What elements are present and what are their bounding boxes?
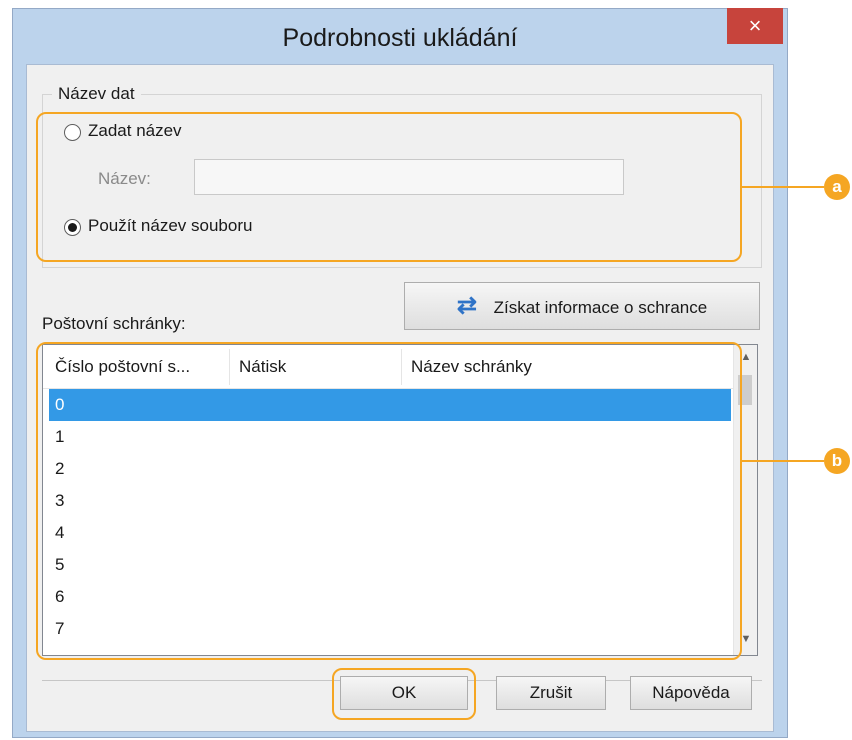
refresh-icon: ⇄ [456,292,477,319]
mailbox-list-label: Poštovní schránky: [42,314,186,333]
ok-button-highlight [332,668,476,720]
help-button[interactable]: Nápověda [630,676,752,710]
callout-b-line [742,460,824,462]
dialog-title: Podrobnosti ukládání [282,24,518,52]
callout-b-highlight [36,342,742,660]
data-name-legend: Název dat [52,84,141,104]
close-icon: × [748,13,762,38]
callout-b-badge: b [824,448,850,474]
get-mailbox-info-label: Získat informace o schrance [493,298,708,317]
callout-a-highlight [36,112,742,262]
callout-a-badge: a [824,174,850,200]
close-button[interactable]: × [727,8,783,44]
get-mailbox-info-button[interactable]: ⇄ Získat informace o schrance [404,282,760,330]
cancel-button[interactable]: Zrušit [496,676,606,710]
callout-a-line [742,186,824,188]
